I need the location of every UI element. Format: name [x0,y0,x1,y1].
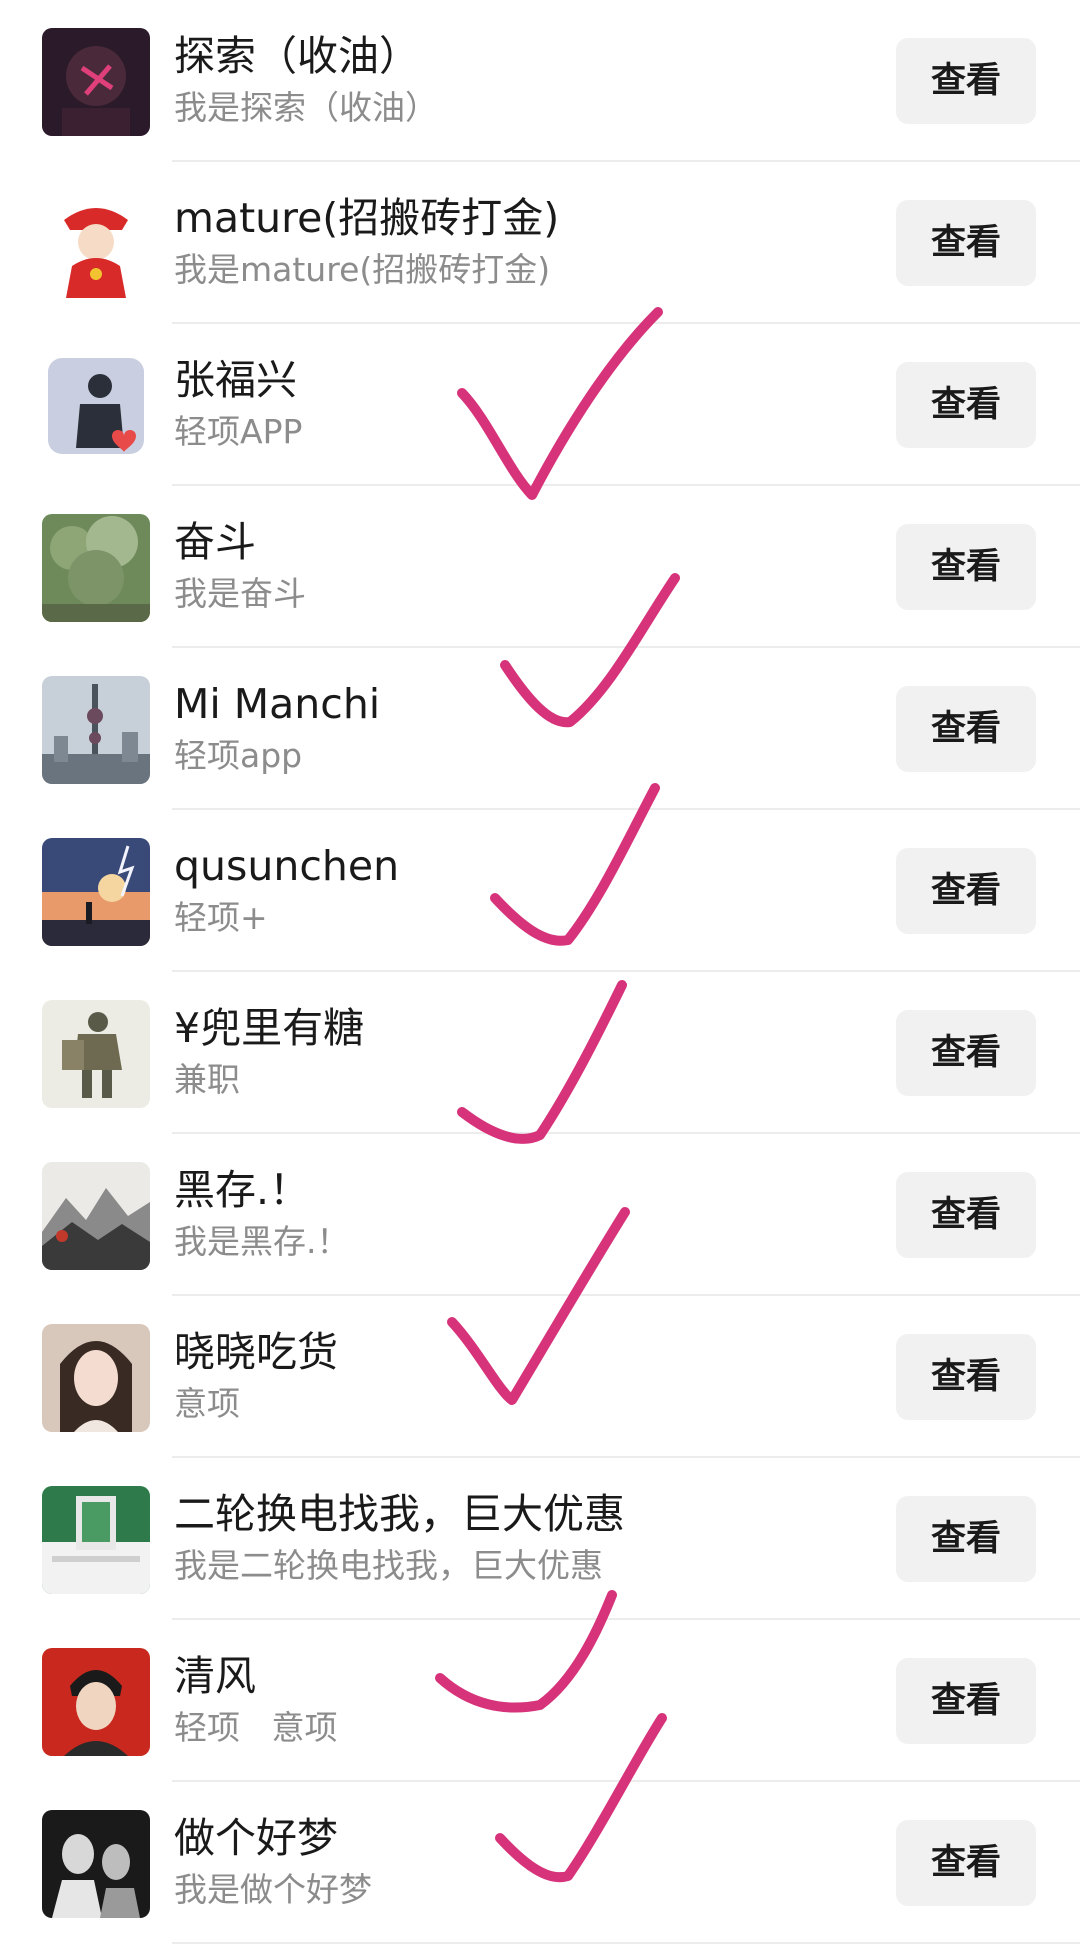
list-item[interactable]: 晓晓吃货 意项 查看 [0,1296,1080,1458]
contact-subtitle: 轻项 意项 [174,1708,338,1747]
contact-name: 张福兴 [174,356,297,404]
avatar[interactable] [42,1324,150,1432]
contact-name: Mi Manchi [174,680,381,728]
contact-subtitle: 轻项+ [174,898,268,937]
list-item[interactable]: 张福兴 轻项APP 查看 [0,324,1080,486]
avatar[interactable] [42,514,150,622]
avatar[interactable] [42,1648,150,1756]
view-button[interactable]: 查看 [896,1172,1036,1258]
view-button[interactable]: 查看 [896,686,1036,772]
contact-subtitle: 我是探索（收油） [174,88,438,127]
contact-name: 探索（收油） [174,32,420,80]
list-item[interactable]: 奋斗 我是奋斗 查看 [0,486,1080,648]
contact-name: qusunchen [174,842,400,890]
contact-subtitle: 轻项APP [174,412,303,451]
contact-name: ¥兜里有糖 [174,1004,365,1052]
contact-subtitle: 我是二轮换电找我，巨大优惠 [174,1546,603,1585]
contact-subtitle: 轻项app [174,736,303,775]
divider [172,1942,1080,1944]
contact-subtitle: 我是做个好梦 [174,1870,372,1909]
list-item[interactable]: ¥兜里有糖 兼职 查看 [0,972,1080,1134]
view-button[interactable]: 查看 [896,1820,1036,1906]
list-item[interactable]: 探索（收油） 我是探索（收油） 查看 [0,0,1080,162]
avatar[interactable] [42,28,150,136]
view-button[interactable]: 查看 [896,1496,1036,1582]
list-item[interactable]: qusunchen 轻项+ 查看 [0,810,1080,972]
avatar[interactable] [42,190,150,298]
contact-name: 二轮换电找我，巨大优惠 [174,1490,625,1538]
list-item[interactable]: 做个好梦 我是做个好梦 查看 [0,1782,1080,1944]
contact-name: 做个好梦 [174,1814,338,1862]
avatar[interactable] [42,1810,150,1918]
contact-name: 清风 [174,1652,256,1700]
view-button[interactable]: 查看 [896,1658,1036,1744]
view-button[interactable]: 查看 [896,362,1036,448]
list-item[interactable]: 清风 轻项 意项 查看 [0,1620,1080,1782]
avatar[interactable] [42,838,150,946]
avatar[interactable] [42,352,150,460]
list-item[interactable]: Mi Manchi 轻项app 查看 [0,648,1080,810]
contact-name: 奋斗 [174,518,256,566]
list-item[interactable]: 黑存.！ 我是黑存.！ 查看 [0,1134,1080,1296]
contact-subtitle: 我是黑存.！ [174,1222,350,1261]
view-button[interactable]: 查看 [896,1334,1036,1420]
view-button[interactable]: 查看 [896,848,1036,934]
view-button[interactable]: 查看 [896,524,1036,610]
contact-name: 晓晓吃货 [174,1328,338,1376]
list-item[interactable]: mature(招搬砖打金) 我是mature(招搬砖打金) 查看 [0,162,1080,324]
list-item[interactable]: 二轮换电找我，巨大优惠 我是二轮换电找我，巨大优惠 查看 [0,1458,1080,1620]
contact-subtitle: 兼职 [174,1060,240,1099]
contact-subtitle: 我是奋斗 [174,574,306,613]
avatar[interactable] [42,1486,150,1594]
avatar[interactable] [42,1162,150,1270]
avatar[interactable] [42,1000,150,1108]
contact-name: 黑存.！ [174,1166,311,1214]
contact-subtitle: 我是mature(招搬砖打金) [174,250,551,289]
contact-list: 探索（收油） 我是探索（收油） 查看 mature(招搬砖打金) 我是matur… [0,0,1080,1944]
avatar[interactable] [42,676,150,784]
view-button[interactable]: 查看 [896,200,1036,286]
view-button[interactable]: 查看 [896,38,1036,124]
contact-name: mature(招搬砖打金) [174,194,560,242]
contact-subtitle: 意项 [174,1384,240,1423]
view-button[interactable]: 查看 [896,1010,1036,1096]
